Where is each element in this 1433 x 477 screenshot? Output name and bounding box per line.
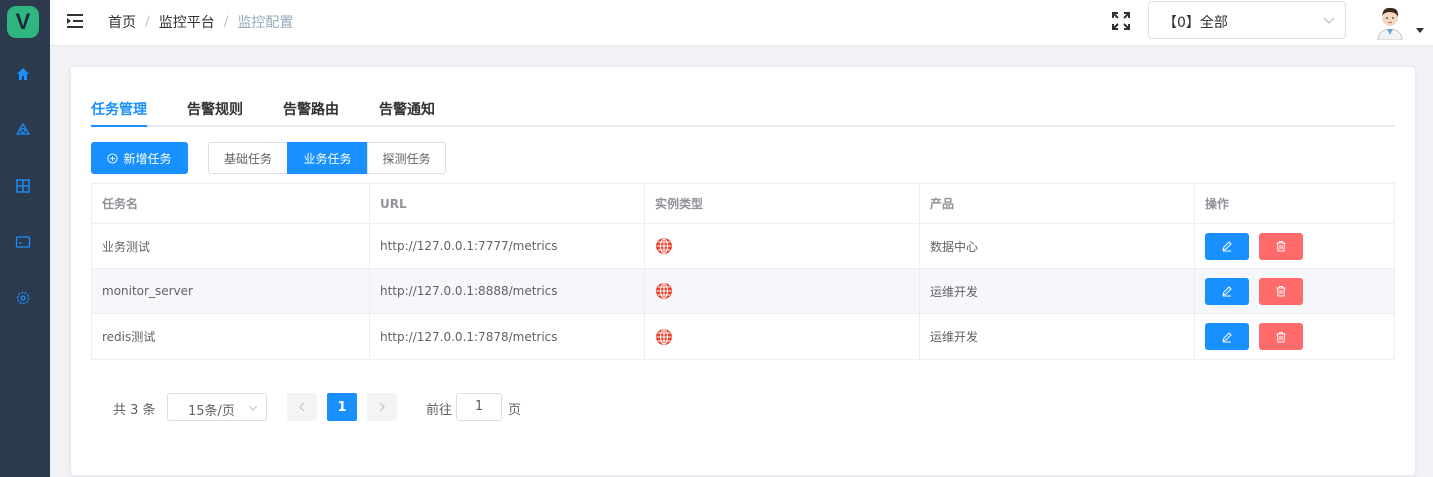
cell-url: http://127.0.0.1:7878/metrics — [370, 314, 645, 359]
column-header-product: 产品 — [920, 184, 1195, 223]
active-tab-indicator — [91, 125, 147, 127]
page-suffix: 页 — [508, 403, 522, 418]
tabs: 任务管理 告警规则 告警路由 告警通知 — [91, 97, 1395, 127]
column-header-task-name: 任务名 — [92, 184, 370, 223]
edit-button[interactable] — [1205, 232, 1249, 260]
plus-circle-icon — [107, 152, 119, 164]
cell-task-name: monitor_server — [92, 269, 370, 313]
caret-down-icon[interactable] — [1416, 28, 1424, 33]
tab-alert-notification[interactable]: 告警通知 — [379, 99, 435, 127]
column-header-url: URL — [370, 184, 645, 223]
segment-business-task[interactable]: 业务任务 — [287, 142, 368, 174]
breadcrumb-home[interactable]: 首页 — [108, 12, 136, 32]
cell-url: http://127.0.0.1:8888/metrics — [370, 269, 645, 313]
cell-task-name: 业务测试 — [92, 224, 370, 268]
page-button-current[interactable]: 1 — [327, 393, 357, 421]
table-row: monitor_server http://127.0.0.1:8888/met… — [92, 269, 1394, 314]
task-table: 任务名 URL 实例类型 产品 操作 业务测试 http://127.0.0.1… — [91, 183, 1395, 360]
cell-url: http://127.0.0.1:7777/metrics — [370, 224, 645, 268]
edit-button[interactable] — [1205, 323, 1249, 350]
table-header-row: 任务名 URL 实例类型 产品 操作 — [92, 184, 1394, 224]
chevron-down-icon — [248, 405, 258, 411]
chevron-right-icon — [379, 402, 385, 412]
column-header-actions: 操作 — [1205, 197, 1230, 211]
cell-product: 运维开发 — [920, 314, 1195, 359]
sidebar: V — [0, 0, 50, 477]
page-size-select[interactable]: 15条/页 — [167, 393, 267, 421]
hamburger-icon[interactable] — [66, 12, 84, 30]
segment-probe-task[interactable]: 探测任务 — [367, 142, 446, 174]
breadcrumb-separator: / — [223, 14, 229, 30]
tab-alert-routing[interactable]: 告警路由 — [283, 99, 339, 127]
monitor-icon[interactable] — [14, 121, 32, 139]
edit-icon — [1222, 331, 1232, 342]
goto-label: 前往 — [426, 403, 453, 418]
pagination-total: 共 3 条 — [113, 403, 156, 418]
table-row: redis测试 http://127.0.0.1:7878/metrics 运维… — [92, 314, 1394, 359]
trash-icon — [1276, 286, 1286, 297]
top-header: 首页 / 监控平台 / 监控配置 【0】全部 — [50, 0, 1433, 46]
cell-product: 运维开发 — [920, 269, 1195, 313]
cell-actions — [1195, 269, 1394, 313]
edit-button[interactable] — [1205, 277, 1249, 305]
trash-icon — [1276, 331, 1286, 342]
main-card: 任务管理 告警规则 告警路由 告警通知 新增任务 基础任务 业务任务 探测任务 … — [70, 66, 1416, 476]
chevron-down-icon — [1323, 17, 1335, 24]
cell-product: 数据中心 — [920, 224, 1195, 268]
fullscreen-icon[interactable] — [1111, 11, 1131, 31]
trash-icon — [1276, 241, 1286, 252]
cell-instance-type — [645, 314, 920, 359]
breadcrumb-current: 监控配置 — [237, 15, 294, 31]
cell-actions — [1195, 224, 1394, 268]
edit-icon — [1222, 241, 1232, 252]
dashboard-icon[interactable] — [14, 233, 32, 251]
add-task-label: 新增任务 — [123, 151, 172, 166]
home-icon[interactable] — [14, 65, 32, 83]
tab-alert-rules[interactable]: 告警规则 — [187, 99, 243, 127]
globe-icon — [656, 283, 672, 299]
cell-instance-type — [645, 224, 920, 268]
grid-icon[interactable] — [14, 177, 32, 195]
breadcrumb-monitor-platform[interactable]: 监控平台 — [159, 12, 215, 32]
goto-page-input[interactable]: 1 — [456, 393, 502, 421]
segment-basic-task[interactable]: 基础任务 — [208, 142, 288, 174]
cell-instance-type — [645, 269, 920, 313]
delete-button[interactable] — [1259, 323, 1303, 350]
logo-letter: V — [15, 9, 31, 34]
add-task-button[interactable]: 新增任务 — [91, 142, 188, 174]
cell-actions — [1195, 314, 1394, 359]
app-logo[interactable]: V — [7, 6, 39, 38]
prev-page-button[interactable] — [287, 393, 317, 421]
column-header-instance-type: 实例类型 — [645, 184, 920, 223]
scope-select-value: 【0】全部 — [1163, 15, 1228, 31]
user-avatar[interactable] — [1372, 2, 1408, 41]
scope-select[interactable]: 【0】全部 — [1148, 1, 1346, 39]
breadcrumb: 首页 / 监控平台 / 监控配置 — [108, 12, 293, 32]
table-row: 业务测试 http://127.0.0.1:7777/metrics 数据中心 — [92, 224, 1394, 269]
globe-icon — [656, 328, 672, 345]
settings-icon[interactable] — [14, 289, 32, 307]
pagination: 共 3 条 15条/页 1 前往 1 页 — [71, 391, 1415, 423]
next-page-button[interactable] — [367, 393, 397, 421]
chevron-left-icon — [299, 402, 305, 412]
delete-button[interactable] — [1259, 277, 1303, 305]
page-size-value: 15条/页 — [188, 404, 235, 419]
edit-icon — [1222, 286, 1232, 297]
tab-task-management[interactable]: 任务管理 — [91, 99, 147, 127]
delete-button[interactable] — [1259, 232, 1303, 260]
globe-icon — [656, 238, 672, 254]
cell-task-name: redis测试 — [92, 314, 370, 359]
breadcrumb-separator: / — [145, 14, 150, 30]
